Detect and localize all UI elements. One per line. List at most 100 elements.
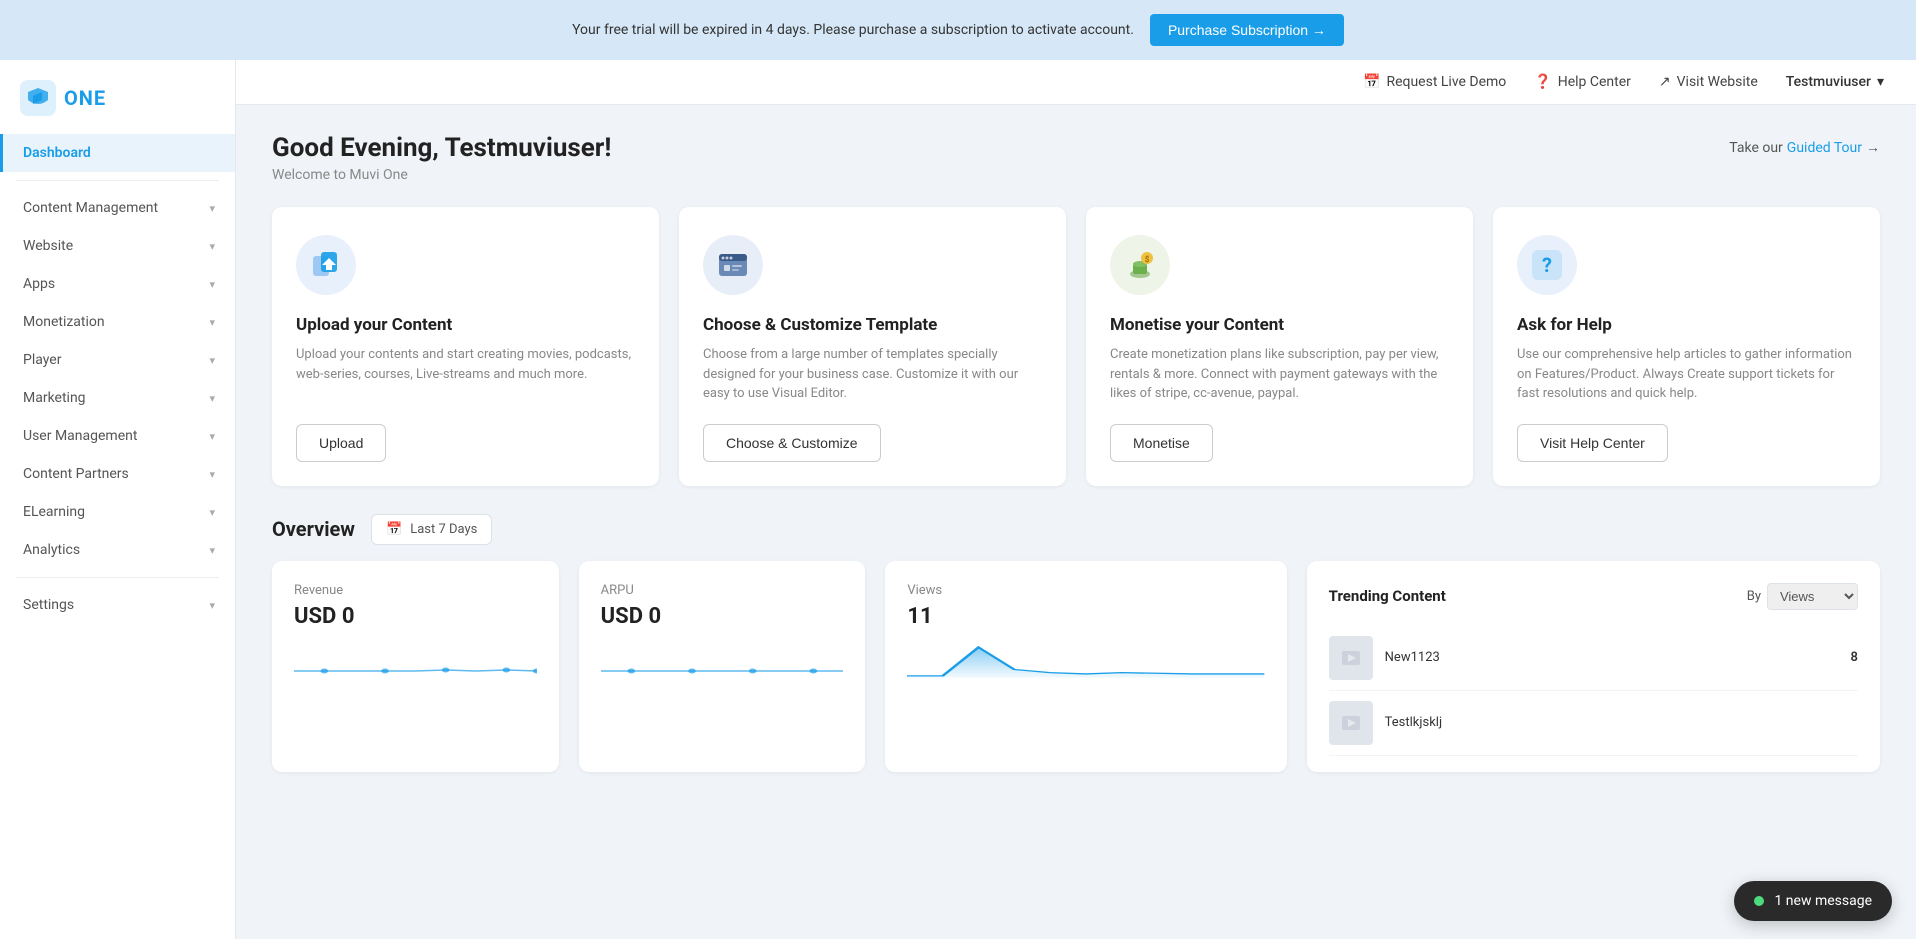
sidebar-item-label: Player	[23, 352, 61, 368]
sidebar-item-label: Analytics	[23, 542, 80, 558]
ask-help-card: ? Ask for Help Use our comprehensive hel…	[1493, 207, 1880, 486]
revenue-chart	[294, 641, 537, 679]
trending-item-name-2: Testlkjsklj	[1385, 715, 1846, 730]
upload-content-card: Upload your Content Upload your contents…	[272, 207, 659, 486]
sidebar-item-monetization[interactable]: Monetization ▾	[0, 303, 235, 341]
chevron-down-icon: ▾	[209, 599, 215, 612]
date-filter-label: Last 7 Days	[410, 522, 477, 537]
views-stat-card: Views 11	[885, 561, 1286, 772]
sidebar-item-elearning[interactable]: ELearning ▾	[0, 493, 235, 531]
upload-icon	[296, 235, 356, 295]
sidebar-item-label: User Management	[23, 428, 137, 444]
request-demo-label: Request Live Demo	[1386, 74, 1506, 90]
banner-text: Your free trial will be expired in 4 day…	[572, 22, 1134, 38]
visit-website-link[interactable]: ↗ Visit Website	[1659, 74, 1758, 90]
sidebar-item-website[interactable]: Website ▾	[0, 227, 235, 265]
monetise-card-title: Monetise your Content	[1110, 315, 1449, 335]
guided-tour-prefix: Take our	[1729, 140, 1783, 156]
sidebar-item-settings[interactable]: Settings ▾	[0, 586, 235, 624]
trending-item-testlkjsklj: Testlkjsklj	[1329, 691, 1858, 756]
chat-dot	[1754, 896, 1764, 906]
customize-icon	[703, 235, 763, 295]
monetise-card: $ Monetise your Content Create monetizat…	[1086, 207, 1473, 486]
revenue-label: Revenue	[294, 583, 537, 598]
monetise-icon: $	[1110, 235, 1170, 295]
guided-tour-suffix: →	[1866, 139, 1880, 156]
date-filter-button[interactable]: 📅 Last 7 Days	[371, 514, 492, 545]
calendar-icon: 📅	[386, 522, 402, 537]
monetise-button[interactable]: Monetise	[1110, 424, 1213, 462]
chevron-down-icon: ▾	[209, 544, 215, 557]
main-content: Good Evening, Testmuviuser! Welcome to M…	[236, 105, 1916, 939]
chevron-down-icon: ▾	[209, 278, 215, 291]
sidebar-item-label: Website	[23, 238, 73, 254]
external-link-icon: ↗	[1659, 74, 1671, 90]
purchase-subscription-button[interactable]: Purchase Subscription →	[1150, 14, 1344, 46]
greeting-row: Good Evening, Testmuviuser! Welcome to M…	[272, 133, 1880, 183]
help-icon: ?	[1517, 235, 1577, 295]
upload-card-title: Upload your Content	[296, 315, 635, 335]
sidebar-nav: Dashboard Content Management ▾ Website ▾…	[0, 126, 235, 939]
arpu-label: ARPU	[601, 583, 844, 598]
logo: ONE	[0, 60, 235, 126]
trending-title: Trending Content	[1329, 587, 1446, 605]
trending-item-name-1: New1123	[1385, 650, 1839, 665]
trending-thumb-2	[1329, 701, 1373, 745]
upload-button[interactable]: Upload	[296, 424, 386, 462]
arpu-stat-card: ARPU USD 0	[579, 561, 866, 772]
trending-item-count-1: 8	[1851, 650, 1858, 665]
sidebar-item-label: Marketing	[23, 390, 86, 406]
help-center-label: Help Center	[1558, 74, 1631, 90]
chevron-down-icon: ▾	[209, 392, 215, 405]
sidebar-item-dashboard[interactable]: Dashboard	[0, 134, 235, 172]
chat-label: 1 new message	[1774, 893, 1872, 909]
sidebar-item-user-management[interactable]: User Management ▾	[0, 417, 235, 455]
trending-filter-select[interactable]: Views Revenue	[1767, 583, 1858, 610]
sidebar: ONE Dashboard Content Management ▾ Websi…	[0, 60, 236, 939]
help-card-title: Ask for Help	[1517, 315, 1856, 335]
cards-row: Upload your Content Upload your contents…	[272, 207, 1880, 486]
sidebar-item-content-partners[interactable]: Content Partners ▾	[0, 455, 235, 493]
sidebar-item-marketing[interactable]: Marketing ▾	[0, 379, 235, 417]
sidebar-item-apps[interactable]: Apps ▾	[0, 265, 235, 303]
revenue-value: USD 0	[294, 604, 537, 629]
logo-icon	[20, 80, 56, 116]
choose-customize-card: Choose & Customize Template Choose from …	[679, 207, 1066, 486]
username-label: Testmuviuser	[1786, 74, 1871, 90]
overview-header: Overview 📅 Last 7 Days	[272, 514, 1880, 545]
user-menu[interactable]: Testmuviuser ▾	[1786, 74, 1884, 90]
chevron-down-icon: ▾	[209, 506, 215, 519]
views-label: Views	[907, 583, 1264, 598]
sidebar-item-label: Content Partners	[23, 466, 129, 482]
sidebar-divider-2	[16, 577, 219, 578]
help-center-link[interactable]: ❓ Help Center	[1534, 74, 1631, 90]
overview-title: Overview	[272, 517, 355, 541]
sidebar-item-analytics[interactable]: Analytics ▾	[0, 531, 235, 569]
sidebar-item-player[interactable]: Player ▾	[0, 341, 235, 379]
choose-customize-button[interactable]: Choose & Customize	[703, 424, 881, 462]
question-icon: ❓	[1534, 74, 1551, 90]
svg-text:$: $	[1145, 255, 1150, 264]
customize-card-desc: Choose from a large number of templates …	[703, 345, 1042, 404]
help-card-desc: Use our comprehensive help articles to g…	[1517, 345, 1856, 404]
trending-filter-label: By	[1747, 589, 1761, 604]
sidebar-item-content-management[interactable]: Content Management ▾	[0, 189, 235, 227]
arpu-chart	[601, 641, 844, 679]
sidebar-item-label: ELearning	[23, 504, 85, 520]
request-demo-link[interactable]: 📅 Request Live Demo	[1363, 74, 1506, 90]
views-chart	[907, 641, 1264, 679]
chevron-down-icon: ▾	[209, 202, 215, 215]
visit-help-center-button[interactable]: Visit Help Center	[1517, 424, 1668, 462]
visit-website-label: Visit Website	[1677, 74, 1758, 90]
sidebar-divider-1	[16, 180, 219, 181]
chevron-down-icon: ▾	[209, 430, 215, 443]
guided-tour-link[interactable]: Guided Tour	[1787, 140, 1862, 156]
views-value: 11	[907, 604, 1264, 629]
sidebar-item-label: Settings	[23, 597, 74, 613]
arpu-value: USD 0	[601, 604, 844, 629]
logo-text: ONE	[64, 86, 106, 110]
chat-bubble[interactable]: 1 new message	[1734, 881, 1892, 921]
greeting-title: Good Evening, Testmuviuser!	[272, 133, 611, 163]
trending-thumb-1	[1329, 636, 1373, 680]
calendar-icon: 📅	[1363, 74, 1380, 90]
